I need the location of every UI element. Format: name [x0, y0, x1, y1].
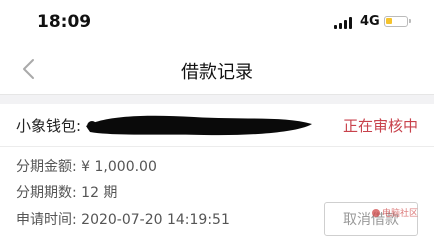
amount-label: 分期金额: — [16, 159, 82, 175]
watermark-text: 电脑社区 — [382, 209, 419, 219]
watermark-logo-icon — [372, 209, 380, 217]
amount-value: ¥ 1,000.00 — [81, 159, 157, 175]
network-type: 4G — [360, 14, 380, 29]
redaction-scribble — [86, 115, 312, 136]
apply-time-row: 申请时间: 2020-07-20 14:19:51 — [16, 209, 230, 229]
amount-row: 分期金额: ¥ 1,000.00 — [16, 156, 157, 176]
status-bar: 18:09 4G — [0, 0, 434, 44]
battery-icon — [384, 16, 411, 27]
wallet-row: 小象钱包: 正在审核中 — [0, 104, 434, 147]
periods-label: 分期期数: — [16, 185, 82, 201]
apply-time-label: 申请时间: — [16, 212, 82, 228]
status-badge: 正在审核中 — [342, 117, 418, 135]
periods-row: 分期期数: 12 期 — [16, 182, 117, 202]
status-time: 18:09 — [37, 12, 92, 32]
apply-time-value: 2020-07-20 14:19:51 — [81, 212, 230, 228]
signal-icon — [334, 17, 354, 29]
wallet-label: 小象钱包: — [16, 117, 82, 135]
periods-value: 12 期 — [81, 185, 118, 201]
page-title: 借款记录 — [181, 62, 253, 83]
loan-record-card: 小象钱包: 正在审核中 分期金额: ¥ 1,000.00 分期期数: 12 期 … — [0, 104, 434, 240]
nav-bar: 借款记录 — [0, 44, 434, 95]
watermark: 电脑社区 — [372, 206, 418, 219]
